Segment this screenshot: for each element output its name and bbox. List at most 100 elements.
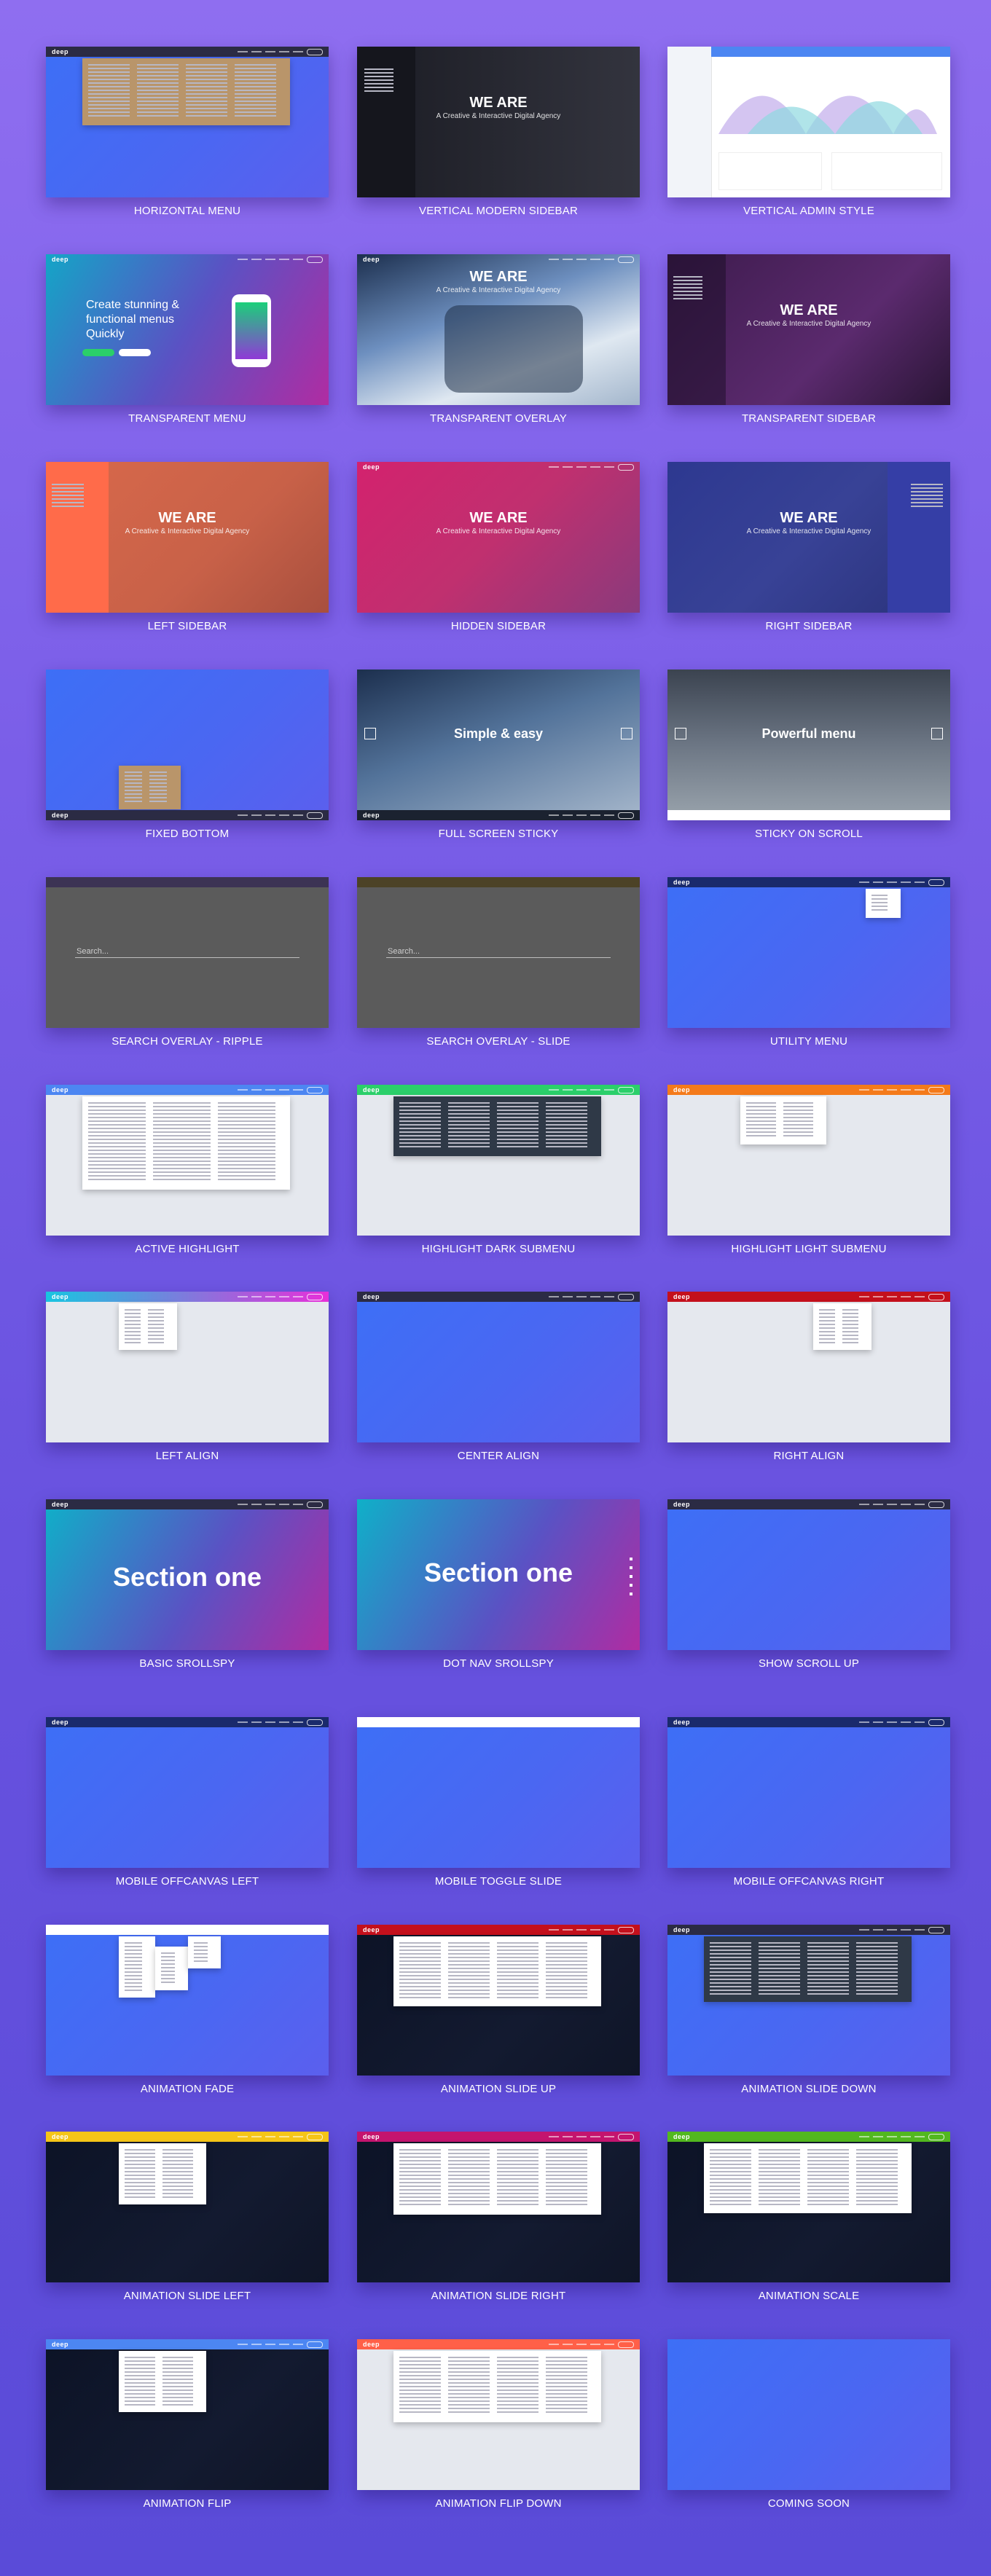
demo-card[interactable]: deep SHOW SCROLL UP bbox=[667, 1499, 950, 1670]
demo-thumbnail[interactable]: WE ARE A Creative & Interactive Digital A… bbox=[357, 47, 640, 197]
demo-card[interactable]: deep WE ARE A Creative & Interactive Digit… bbox=[357, 254, 640, 425]
demo-card[interactable]: VERTICAL ADMIN STYLE bbox=[667, 47, 950, 217]
demo-card[interactable]: deep LEFT ALIGN bbox=[46, 1292, 329, 1462]
demo-card[interactable]: deep Section one BASIC SROLLSPY bbox=[46, 1499, 329, 1670]
demo-thumbnail[interactable]: deep WE ARE A Creative & Interactive Digit… bbox=[357, 254, 640, 405]
nav-button[interactable] bbox=[618, 1926, 634, 1933]
demo-thumbnail[interactable]: deep bbox=[667, 1499, 950, 1650]
demo-card[interactable]: deep HIGHLIGHT LIGHT SUBMENU bbox=[667, 1085, 950, 1255]
demo-card[interactable]: WE ARE A Creative & Interactive Digital A… bbox=[667, 254, 950, 425]
demo-card[interactable]: deep ANIMATION SLIDE RIGHT bbox=[357, 2132, 640, 2302]
demo-thumbnail[interactable]: deep bbox=[46, 1925, 329, 2076]
demo-card[interactable]: deep HIGHLIGHT DARK SUBMENU bbox=[357, 1085, 640, 1255]
demo-thumbnail[interactable]: deep bbox=[46, 1717, 329, 1868]
demo-card[interactable]: deep ACTIVE HIGHLIGHT bbox=[46, 1085, 329, 1255]
demo-caption[interactable]: SEARCH OVERLAY - RIPPLE bbox=[46, 1035, 329, 1048]
nav-button[interactable] bbox=[618, 256, 634, 263]
demo-thumbnail[interactable]: deep bbox=[46, 669, 329, 820]
demo-caption[interactable]: TRANSPARENT SIDEBAR bbox=[667, 412, 950, 425]
demo-card[interactable]: Search... SEARCH OVERLAY - RIPPLE bbox=[46, 877, 329, 1048]
demo-caption[interactable]: ANIMATION FLIP bbox=[46, 2497, 329, 2510]
demo-caption[interactable]: MOBILE OFFCANVAS LEFT bbox=[46, 1875, 329, 1888]
demo-thumbnail[interactable]: deep bbox=[46, 2132, 329, 2282]
demo-caption[interactable]: SHOW SCROLL UP bbox=[667, 1657, 950, 1670]
demo-card[interactable]: deep UTILITY MENU bbox=[667, 877, 950, 1048]
demo-caption[interactable]: FIXED BOTTOM bbox=[46, 828, 329, 840]
nav-button[interactable] bbox=[307, 1293, 323, 1300]
demo-card[interactable]: deep ANIMATION FLIP DOWN bbox=[357, 2339, 640, 2510]
demo-thumbnail[interactable]: deep Create stunning & functional menus Q… bbox=[46, 254, 329, 405]
demo-card[interactable]: deep ANIMATION FADE bbox=[46, 1925, 329, 2095]
demo-card[interactable]: deep ANIMATION SCALE bbox=[667, 2132, 950, 2302]
demo-thumbnail[interactable]: deep bbox=[667, 1085, 950, 1236]
nav-button[interactable] bbox=[928, 1501, 944, 1508]
demo-thumbnail[interactable]: deep bbox=[357, 1292, 640, 1442]
logo[interactable]: deep bbox=[363, 1719, 380, 1726]
nav-button[interactable] bbox=[307, 256, 323, 263]
nav-button[interactable] bbox=[928, 1086, 944, 1093]
demo-caption[interactable]: ANIMATION FADE bbox=[46, 2083, 329, 2095]
demo-caption[interactable]: BASIC SROLLSPY bbox=[46, 1657, 329, 1670]
demo-caption[interactable]: TRANSPARENT MENU bbox=[46, 412, 329, 425]
demo-thumbnail[interactable]: Section one bbox=[357, 1499, 640, 1650]
demo-caption[interactable]: VERTICAL MODERN SIDEBAR bbox=[357, 205, 640, 217]
demo-card[interactable]: COMING SOON bbox=[667, 2339, 950, 2510]
demo-thumbnail[interactable]: Search... bbox=[357, 877, 640, 1028]
demo-thumbnail[interactable]: deep bbox=[357, 1717, 640, 1868]
nav-button[interactable] bbox=[307, 1719, 323, 1726]
demo-caption[interactable]: ANIMATION SCALE bbox=[667, 2290, 950, 2302]
demo-card[interactable]: Search... SEARCH OVERLAY - SLIDE bbox=[357, 877, 640, 1048]
demo-caption[interactable]: RIGHT ALIGN bbox=[667, 1450, 950, 1462]
demo-caption[interactable]: HIGHLIGHT DARK SUBMENU bbox=[357, 1243, 640, 1255]
logo[interactable]: deep bbox=[363, 2133, 380, 2140]
nav-button[interactable] bbox=[618, 1293, 634, 1300]
logo[interactable]: deep bbox=[363, 1293, 380, 1300]
demo-caption[interactable]: ANIMATION SLIDE LEFT bbox=[46, 2290, 329, 2302]
demo-thumbnail[interactable]: deep bbox=[357, 2339, 640, 2490]
demo-caption[interactable]: ACTIVE HIGHLIGHT bbox=[46, 1243, 329, 1255]
demo-card[interactable]: Powerful menu deep STICKY ON SCROLL bbox=[667, 669, 950, 840]
demo-caption[interactable]: LEFT ALIGN bbox=[46, 1450, 329, 1462]
logo[interactable]: deep bbox=[363, 1926, 380, 1933]
demo-thumbnail[interactable]: deep bbox=[667, 1292, 950, 1442]
logo[interactable]: deep bbox=[52, 1719, 68, 1726]
demo-caption[interactable]: DOT NAV SROLLSPY bbox=[357, 1657, 640, 1670]
search-input[interactable]: Search... bbox=[388, 947, 420, 956]
demo-caption[interactable]: ANIMATION SLIDE UP bbox=[357, 2083, 640, 2095]
logo[interactable]: deep bbox=[673, 1719, 690, 1726]
search-input[interactable]: Search... bbox=[77, 947, 109, 956]
nav-button[interactable] bbox=[618, 1086, 634, 1093]
demo-thumbnail[interactable]: deep bbox=[46, 2339, 329, 2490]
demo-caption[interactable]: HORIZONTAL MENU bbox=[46, 205, 329, 217]
nav-button[interactable] bbox=[928, 1926, 944, 1933]
logo[interactable]: deep bbox=[673, 1501, 690, 1508]
demo-thumbnail[interactable]: deep Section one bbox=[46, 1499, 329, 1650]
nav-button[interactable] bbox=[928, 879, 944, 886]
demo-thumbnail[interactable]: deep bbox=[667, 2132, 950, 2282]
logo[interactable]: deep bbox=[52, 256, 68, 263]
demo-caption[interactable]: FULL SCREEN STICKY bbox=[357, 828, 640, 840]
demo-caption[interactable]: ANIMATION SLIDE DOWN bbox=[667, 2083, 950, 2095]
nav-button[interactable] bbox=[618, 2133, 634, 2140]
demo-caption[interactable]: ANIMATION SLIDE RIGHT bbox=[357, 2290, 640, 2302]
logo[interactable]: deep bbox=[52, 1501, 68, 1508]
demo-thumbnail[interactable]: WE ARE A Creative & Interactive Digital A… bbox=[46, 462, 329, 613]
demo-caption[interactable]: COMING SOON bbox=[667, 2497, 950, 2510]
demo-caption[interactable]: UTILITY MENU bbox=[667, 1035, 950, 1048]
demo-card[interactable]: deep ANIMATION SLIDE UP bbox=[357, 1925, 640, 2095]
demo-thumbnail[interactable]: deep bbox=[357, 2132, 640, 2282]
demo-caption[interactable]: CENTER ALIGN bbox=[357, 1450, 640, 1462]
demo-caption[interactable]: TRANSPARENT OVERLAY bbox=[357, 412, 640, 425]
nav-button[interactable] bbox=[307, 48, 323, 55]
logo[interactable]: deep bbox=[363, 2341, 380, 2348]
nav-button[interactable] bbox=[618, 463, 634, 471]
logo[interactable]: deep bbox=[52, 2341, 68, 2348]
demo-caption[interactable]: LEFT SIDEBAR bbox=[46, 620, 329, 632]
logo[interactable]: deep bbox=[52, 1086, 68, 1093]
demo-caption[interactable]: VERTICAL ADMIN STYLE bbox=[667, 205, 950, 217]
demo-thumbnail[interactable]: Powerful menu deep bbox=[667, 669, 950, 820]
demo-caption[interactable]: RIGHT SIDEBAR bbox=[667, 620, 950, 632]
nav-button[interactable] bbox=[928, 1719, 944, 1726]
nav-button[interactable] bbox=[307, 2341, 323, 2348]
nav-button[interactable] bbox=[618, 812, 634, 819]
